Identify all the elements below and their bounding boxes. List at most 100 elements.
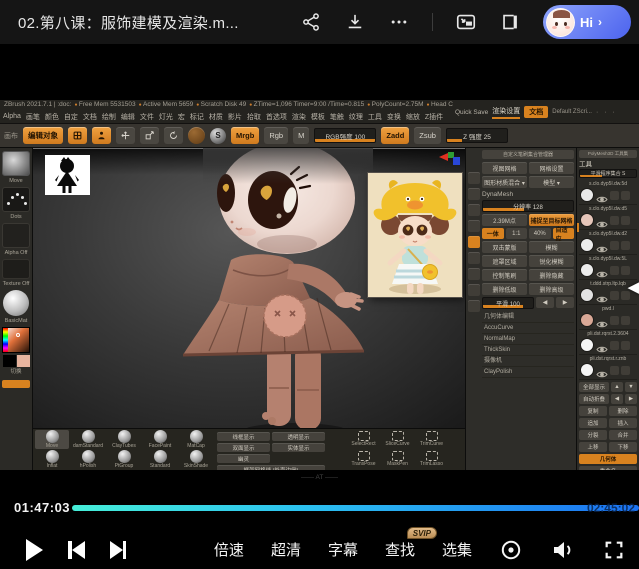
palette-chip: 40%: [529, 228, 551, 239]
eye-icon: [596, 366, 608, 375]
video-title: 02.第八课：服饰建模及渲染.m...: [18, 12, 239, 33]
view-button: 透明显示: [272, 432, 325, 441]
palette-icon-active: [468, 236, 480, 248]
topbar-actions: Hi ›: [300, 0, 631, 44]
next-episode-button[interactable]: [110, 541, 127, 559]
palette-button: 删除隐藏: [529, 269, 574, 281]
menu-item: 影片: [228, 112, 242, 122]
fullscreen-icon[interactable]: [603, 539, 625, 561]
assistant-button[interactable]: Hi ›: [543, 5, 631, 39]
smooth-slider: 平滑 100: [482, 297, 534, 309]
episodes-button[interactable]: 选集: [442, 539, 472, 560]
screen-record-icon[interactable]: [499, 538, 523, 562]
subtool-item: pli.dst.rqrst.r.znb: [579, 355, 637, 380]
tray-brush: MatCap: [179, 430, 213, 449]
total-time: 02:45:02: [587, 501, 635, 515]
share-icon[interactable]: [300, 11, 322, 33]
eye-icon: [596, 216, 608, 225]
progress-bar[interactable]: 02:45:02: [72, 505, 639, 511]
mini-player-icon[interactable]: [499, 11, 521, 33]
player-topbar: 02.第八课：服饰建模及渲染.m...: [0, 0, 639, 44]
palette-icon: [468, 172, 480, 184]
select-tool: MaskPen: [381, 451, 414, 470]
menu-item: 工具: [368, 112, 382, 122]
previous-episode-button[interactable]: [68, 541, 85, 559]
scale-gizmo-icon: [140, 127, 159, 144]
video-frame[interactable]: ZBrush 2021.7.1 | :doc:Free Mem 5531503A…: [0, 44, 639, 497]
quality-button[interactable]: 超清: [271, 539, 301, 560]
menu-item: 灯光: [159, 112, 173, 122]
chevron-right-icon: ›: [598, 15, 602, 29]
person-icon: [92, 127, 111, 144]
palette-button: 遮罩区域: [482, 255, 527, 267]
menu-item: 渲染: [292, 112, 306, 122]
subtool-button: 复制: [579, 406, 607, 416]
zscript-label: Default ZScri...: [552, 109, 592, 115]
menu-item: 画笔: [26, 112, 40, 122]
rotate-gizmo-icon: [164, 127, 183, 144]
mrgb-toggle: Mrgb: [231, 127, 259, 144]
tray-brush: SkinShade: [179, 450, 213, 469]
menu-item: 材质: [209, 112, 223, 122]
menu-item: 编辑: [121, 112, 135, 122]
more-icon[interactable]: [388, 11, 410, 33]
reference-image: [368, 173, 462, 297]
tray-brush: damStandard: [71, 430, 105, 449]
tray-brush: ClayTubes: [107, 430, 141, 449]
menu-item: 绘制: [102, 112, 116, 122]
tray-brush: PtGroup: [107, 450, 141, 469]
player-controls: 倍速 超清 字幕 查找 SVIP 选集: [0, 530, 639, 569]
zbrush-menubar: Alpha画笔颜色自定文档绘制编辑文件灯光宏标记材质影片拾取首选项渲染模板笔触纹…: [3, 110, 453, 123]
menu-item: Z插件: [425, 112, 443, 122]
view-button: 实体显示: [272, 443, 325, 452]
find-button[interactable]: 查找 SVIP: [385, 539, 415, 560]
material-name: BasicMat: [5, 318, 28, 325]
tray-brush-move: Move: [35, 430, 69, 449]
palette-header: 自定义笔刷集合管理器: [482, 150, 574, 159]
statusbar-segment: ZBrush 2021.7.1 | :doc:: [4, 100, 71, 110]
wireframe-button: 框架网格线 (外壳边缘): [217, 465, 325, 470]
auto-fold-button: 自动折叠: [579, 394, 609, 404]
view-button: 幽灵: [217, 454, 270, 463]
zadd-toggle: Zadd: [381, 127, 409, 144]
quicksave-label: Quick Save: [455, 109, 488, 116]
palette-bottom-list: 几何体编辑AccuCurveNormalMapThickSkin摄像机ClayP…: [482, 312, 574, 378]
menu-item: Alpha: [3, 113, 21, 120]
palette-icon: [468, 220, 480, 232]
menu-item: 缩放: [406, 112, 420, 122]
palette-button: 模糊: [529, 241, 574, 253]
palette-chip: 一体: [482, 228, 504, 239]
palette-button: 删除高级: [529, 283, 574, 295]
select-tool: SelectRect: [347, 431, 380, 450]
doll-silhouette-thumbnail: [45, 155, 90, 195]
subtool-button: 插入: [609, 418, 637, 428]
menu-item: 拾取: [247, 112, 261, 122]
statusbar-segment: Active Mem 5659: [139, 100, 194, 110]
menu-item: 首选项: [266, 112, 287, 122]
palette-icon-strip: [467, 172, 481, 312]
view-button: 双面显示: [217, 443, 270, 452]
menu-item: 自定: [64, 112, 78, 122]
subtitles-button[interactable]: 字幕: [328, 539, 358, 560]
assistant-label: Hi: [580, 15, 593, 30]
zbrush-statusbar: ZBrush 2021.7.1 | :doc:Free Mem 5531503A…: [4, 100, 453, 110]
playback-speed-button[interactable]: 倍速: [214, 539, 244, 560]
menu-item: 颜色: [45, 112, 59, 122]
subtool-item: s.clo.dyp5l.dw.5L: [579, 255, 637, 280]
show-all-button: 全部显示: [579, 382, 609, 392]
selected-subtool-marker: [576, 223, 579, 232]
dynamesh-label: DynaMesh: [482, 190, 574, 200]
subtool-item: s.clo.dyp5l.dw.d2: [579, 230, 637, 255]
play-button[interactable]: [26, 539, 43, 561]
download-icon[interactable]: [344, 11, 366, 33]
alpha-name: Alpha Off: [5, 250, 28, 257]
tray-collapse-arrow-icon: ◀: [627, 278, 639, 296]
picture-in-picture-icon[interactable]: [455, 11, 477, 33]
menu-item: 模板: [311, 112, 325, 122]
palette-button: 控制笔刷: [482, 269, 527, 281]
volume-icon[interactable]: [550, 538, 576, 562]
subtool-item: s.clo.dyp5l.dw.5d: [579, 180, 637, 205]
view-buttons: 线框显示透明显示双面显示实体显示幽灵 框架网格线 (外壳边缘): [217, 430, 329, 469]
palette-list-item: ThickSkin: [482, 345, 574, 356]
resolution-slider: 分辨率 128: [482, 200, 574, 212]
